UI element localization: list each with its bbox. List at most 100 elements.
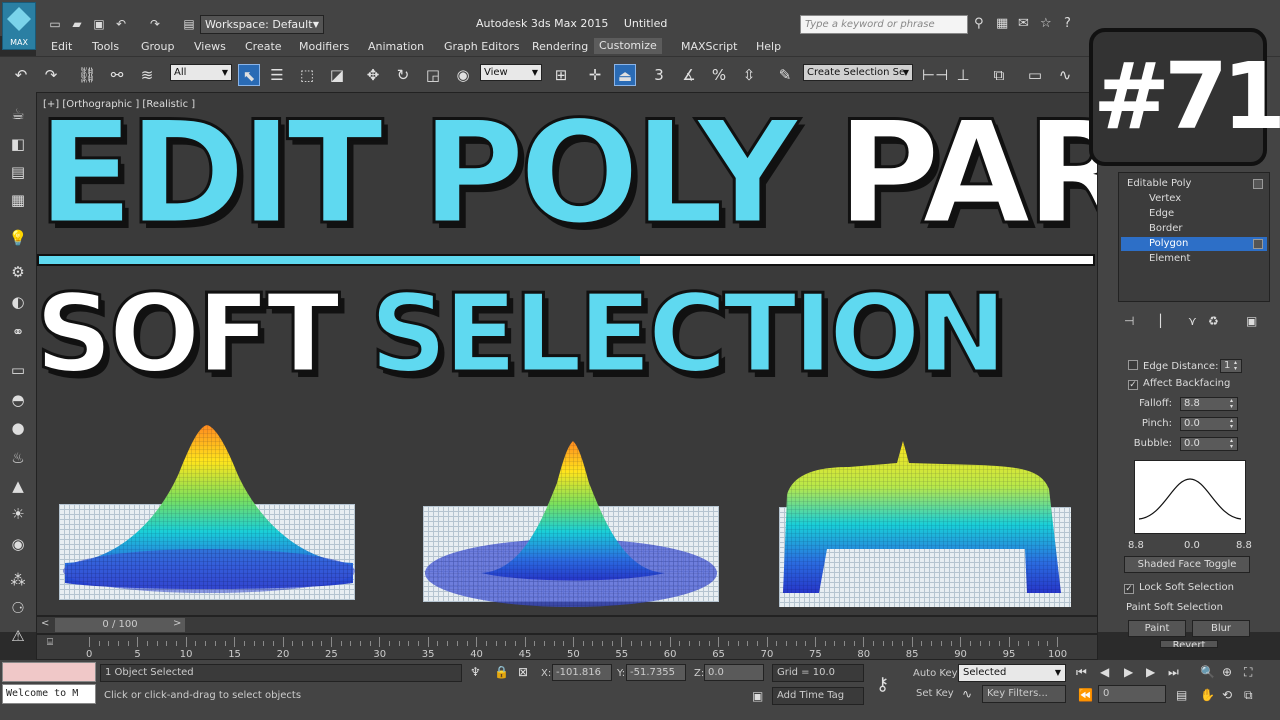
zoom-icon[interactable]: 🔍 (1200, 665, 1215, 679)
new-file-icon[interactable]: ▭ (46, 16, 64, 32)
stack-item-toggle[interactable] (1253, 179, 1263, 189)
menu-maxscript[interactable]: MAXScript (681, 40, 737, 53)
mini-curve-editor-icon[interactable]: ⌸ (47, 637, 53, 648)
soft-selection-mesh-3[interactable] (779, 433, 1075, 613)
subscription-icon[interactable]: ▦ (996, 16, 1008, 31)
helpers-icon[interactable]: ⚠ (8, 626, 28, 646)
rectangular-selection-icon[interactable]: ⬚ (296, 64, 318, 86)
soft-selection-mesh-1[interactable] (59, 413, 359, 603)
selection-lock-icon[interactable]: 🔒 (494, 665, 509, 679)
show-end-result-icon[interactable]: ⎪ (1156, 314, 1165, 328)
pivot-center-icon[interactable]: ⊞ (550, 64, 572, 86)
undo-icon[interactable]: ↶ (112, 16, 130, 32)
dynamics-icon[interactable]: ⚆ (8, 598, 28, 618)
stack-item-border[interactable]: Border (1121, 222, 1267, 236)
light-bulb-icon[interactable]: 💡 (8, 228, 28, 248)
stack-item-edge[interactable]: Edge (1121, 207, 1267, 221)
communication-icon[interactable]: ✉ (1018, 16, 1029, 31)
edge-distance-spinner[interactable]: 1 (1220, 359, 1242, 373)
play-icon[interactable]: ▶ (1124, 665, 1133, 679)
move-icon[interactable]: ✥ (362, 64, 384, 86)
particles-icon[interactable]: ⁂ (8, 570, 28, 590)
binoculars-icon[interactable]: ⚲ (974, 16, 984, 31)
blur-button[interactable]: Blur (1192, 620, 1250, 637)
open-file-icon[interactable]: ▰ (68, 16, 86, 32)
zoom-all-icon[interactable]: ⊕ (1222, 665, 1232, 679)
goto-start-icon[interactable]: ⏮ (1076, 665, 1087, 680)
pin-stack-icon[interactable]: ⊣ (1124, 314, 1134, 328)
stack-item-vertex[interactable]: Vertex (1121, 192, 1267, 206)
pinch-spinner[interactable]: 0.0 (1180, 417, 1238, 431)
reference-coordinate-dropdown[interactable]: View ▼ (480, 64, 542, 81)
select-and-link-icon[interactable]: ⛓ (76, 64, 98, 86)
layer-manager-icon[interactable]: ⧉ (988, 64, 1010, 86)
cone-icon[interactable]: ▲ (8, 476, 28, 496)
time-slider[interactable]: < 0 / 100 > (36, 616, 1098, 634)
make-unique-icon[interactable]: ⋎ (1188, 314, 1197, 328)
menu-tools[interactable]: Tools (92, 40, 119, 53)
y-coordinate-field[interactable]: -51.7355 (626, 664, 686, 681)
disc-icon[interactable]: ◉ (8, 534, 28, 554)
orbit-icon[interactable]: ⟲ (1222, 688, 1232, 702)
viewport-orthographic[interactable]: [+] [Orthographic ] [Realistic ] EDIT PO… (36, 92, 1098, 616)
teapot-icon[interactable]: ☕ (8, 104, 28, 124)
next-frame-icon[interactable]: ▶ (1146, 665, 1155, 679)
named-selection-set-dropdown[interactable]: Create Selection Se ▼ (803, 64, 913, 81)
menu-rendering[interactable]: Rendering (532, 40, 588, 53)
material-editor-icon[interactable]: ◧ (8, 134, 28, 154)
menu-group[interactable]: Group (141, 40, 175, 53)
align-icon[interactable]: ⊥ (952, 64, 974, 86)
current-frame-field[interactable]: 0 (1098, 685, 1166, 703)
menu-modifiers[interactable]: Modifiers (299, 40, 349, 53)
configure-modifier-sets-icon[interactable]: ▣ (1246, 314, 1257, 328)
project-folder-icon[interactable]: ▤ (180, 16, 198, 32)
time-slider-prev-icon[interactable]: < (41, 618, 49, 629)
rotate-icon[interactable]: ↻ (392, 64, 414, 86)
time-slider-thumb[interactable]: 0 / 100 (55, 618, 185, 632)
spinner-snap-icon[interactable]: ⇳ (738, 64, 760, 86)
lock-soft-selection-checkbox[interactable]: ✓ (1124, 584, 1134, 594)
field-of-view-icon[interactable]: ✋ (1200, 688, 1215, 702)
motion-icon[interactable]: ◐ (8, 292, 28, 312)
time-slider-next-icon[interactable]: > (173, 618, 181, 629)
key-icon[interactable]: ⚷ (876, 674, 889, 695)
menu-create[interactable]: Create (245, 40, 282, 53)
hierarchy-icon[interactable]: ⚙ (8, 262, 28, 282)
percent-snap-icon[interactable]: % (708, 64, 730, 86)
undo-icon[interactable]: ↶ (10, 64, 32, 86)
menu-views[interactable]: Views (194, 40, 226, 53)
save-file-icon[interactable]: ▣ (90, 16, 108, 32)
curve-editor-icon[interactable]: ∿ (1054, 64, 1076, 86)
edit-named-selection-icon[interactable]: ✎ (774, 64, 796, 86)
scene-explorer-icon[interactable]: ▤ (8, 162, 28, 182)
menu-edit[interactable]: Edit (51, 40, 72, 53)
menu-animation[interactable]: Animation (368, 40, 424, 53)
x-coordinate-field[interactable]: -101.816 (552, 664, 612, 681)
key-mode-dropdown[interactable]: Selected ▼ (958, 664, 1066, 682)
isolate-selection-icon[interactable]: ♆ (470, 665, 481, 679)
favorites-star-icon[interactable]: ☆ (1040, 16, 1052, 31)
unlink-selection-icon[interactable]: ⚯ (106, 64, 128, 86)
stack-item-polygon[interactable]: Polygon (1121, 237, 1267, 251)
maxscript-mini-listener[interactable] (2, 662, 96, 682)
select-object-icon[interactable]: ⬉ (238, 64, 260, 86)
time-tag-icon[interactable]: ▣ (752, 689, 763, 703)
menu-customize[interactable]: Customize (594, 38, 662, 54)
mirror-icon[interactable]: ⊢⊣ (922, 64, 948, 86)
redo-icon[interactable]: ↷ (146, 16, 164, 32)
soft-selection-mesh-2[interactable] (421, 433, 721, 613)
auto-key-button[interactable]: Auto Key (913, 668, 958, 679)
remove-modifier-icon[interactable]: ♻ (1208, 314, 1219, 328)
hedra-icon[interactable]: ♨ (8, 448, 28, 468)
selection-filter-dropdown[interactable]: All ▼ (170, 64, 232, 81)
search-input[interactable]: Type a keyword or phrase (800, 15, 968, 34)
maximize-viewport-icon[interactable]: ⧉ (1244, 688, 1253, 703)
snaps-toggle-icon[interactable]: 3 (648, 64, 670, 86)
falloff-spinner[interactable]: 8.8 (1180, 397, 1238, 411)
select-and-place-icon[interactable]: ◉ (452, 64, 474, 86)
affect-backfacing-checkbox[interactable]: ✓ (1128, 380, 1138, 390)
maxscript-output[interactable]: Welcome to M (2, 684, 96, 704)
default-tangent-icon[interactable]: ∿ (962, 687, 972, 701)
add-time-tag-button[interactable]: Add Time Tag (772, 687, 864, 705)
z-coordinate-field[interactable]: 0.0 (704, 664, 764, 681)
